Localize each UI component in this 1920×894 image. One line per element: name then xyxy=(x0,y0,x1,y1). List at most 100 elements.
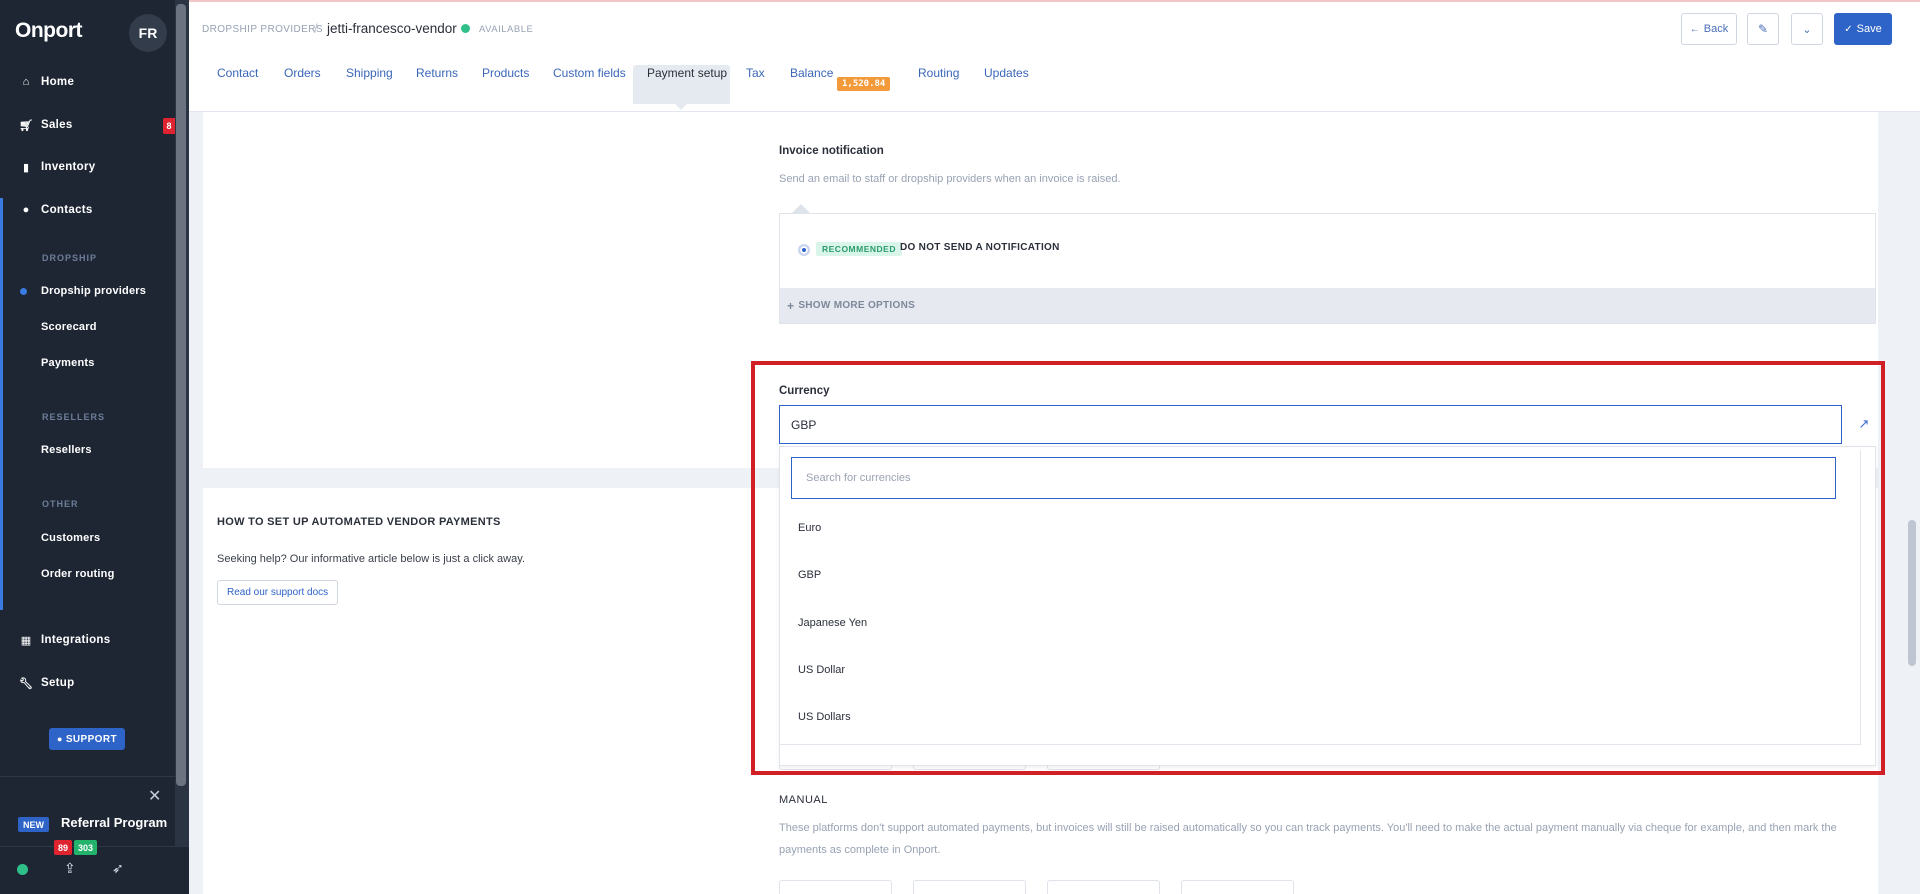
howto-text: Seeking help? Our informative article be… xyxy=(217,553,525,565)
sidebar-scrollbar[interactable] xyxy=(176,4,186,786)
wrench-icon: 🔧︎ xyxy=(19,677,33,690)
recommended-tag: RECOMMENDED xyxy=(816,242,902,256)
rocket-icon[interactable]: ➶ xyxy=(112,860,124,877)
notification-box-caret xyxy=(792,204,810,213)
sidebar-item-home[interactable]: ⌂ Home xyxy=(0,67,175,97)
show-more-options-label: SHOW MORE OPTIONS xyxy=(798,300,916,311)
section-other: OTHER xyxy=(42,499,79,509)
save-label: Save xyxy=(1856,23,1882,35)
sidebar-item-label: Home xyxy=(41,76,75,88)
invoice-notification-title: Invoice notification xyxy=(779,145,884,157)
breadcrumb-separator: / xyxy=(314,21,318,36)
section-dropship: DROPSHIP xyxy=(42,253,98,263)
sidebar-item-sales[interactable]: 🛒︎ Sales xyxy=(0,110,175,140)
dropdown-divider xyxy=(779,744,1861,745)
page-scrollbar[interactable] xyxy=(1908,520,1916,666)
check-icon: ✓ xyxy=(1844,23,1853,35)
sidebar-item-resellers[interactable]: Resellers xyxy=(41,444,92,456)
support-docs-button[interactable]: Read our support docs xyxy=(217,580,339,605)
platform-option[interactable] xyxy=(913,880,1026,894)
upload-icon[interactable]: ⇪ xyxy=(64,860,76,877)
manual-title: MANUAL xyxy=(779,794,828,806)
home-icon: ⌂ xyxy=(22,76,30,88)
tab-updates[interactable]: Updates xyxy=(984,66,1029,80)
currency-search-input[interactable] xyxy=(791,457,1836,499)
contacts-active-band xyxy=(0,198,3,610)
howto-title: HOW TO SET UP AUTOMATED VENDOR PAYMENTS xyxy=(217,516,501,528)
avatar[interactable]: FR xyxy=(129,14,167,52)
support-label: SUPPORT xyxy=(65,733,117,745)
close-icon[interactable]: ✕ xyxy=(148,786,161,806)
sidebar-item-contacts[interactable]: ● Contacts xyxy=(0,195,175,225)
wand-icon: ✎ xyxy=(1757,22,1769,36)
tab-contact[interactable]: Contact xyxy=(217,66,258,80)
invoice-notification-help: Send an email to staff or dropship provi… xyxy=(779,173,1121,185)
new-tag: NEW xyxy=(18,817,49,832)
show-more-options-button[interactable]: + SHOW MORE OPTIONS xyxy=(780,288,1875,323)
sidebar-item-order-routing[interactable]: Order routing xyxy=(41,568,115,580)
chevron-down-icon: ⌄ xyxy=(1802,23,1812,36)
support-button[interactable]: ● SUPPORT xyxy=(49,728,125,750)
user-icon: ● xyxy=(22,204,30,216)
tab-balance[interactable]: Balance xyxy=(790,66,833,80)
platform-option[interactable] xyxy=(1181,880,1294,894)
platform-option[interactable] xyxy=(779,880,892,894)
bookmark-icon: ▮ xyxy=(22,161,30,174)
sidebar-item-customers[interactable]: Customers xyxy=(41,532,100,544)
header-bar xyxy=(189,0,1920,112)
referral-label[interactable]: Referral Program xyxy=(61,815,167,830)
currency-label: Currency xyxy=(779,385,830,397)
cart-icon: 🛒︎ xyxy=(19,119,33,132)
currency-option-us-dollars[interactable]: US Dollars xyxy=(798,711,851,723)
back-button[interactable]: ← Back xyxy=(1681,13,1737,45)
sales-count-badge: 8 xyxy=(163,118,175,134)
currency-option-japanese-yen[interactable]: Japanese Yen xyxy=(798,617,867,629)
sidebar-item-dropship-providers[interactable]: Dropship providers xyxy=(41,285,146,297)
active-tab-caret xyxy=(675,104,687,110)
sidebar-item-integrations[interactable]: ▦ Integrations xyxy=(0,625,175,655)
arrow-left-icon: ← xyxy=(1689,23,1700,35)
error-count-badge: 89 xyxy=(54,840,73,855)
success-count-badge: 303 xyxy=(74,840,98,855)
tab-routing[interactable]: Routing xyxy=(918,66,959,80)
currency-option-gbp[interactable]: GBP xyxy=(798,569,821,581)
active-item-dot-icon xyxy=(20,288,27,295)
tab-custom-fields[interactable]: Custom fields xyxy=(553,66,626,80)
sidebar-item-label: Sales xyxy=(41,119,73,131)
plus-icon: + xyxy=(787,298,795,313)
currency-option-euro[interactable]: Euro xyxy=(798,522,821,534)
status-dot-icon xyxy=(461,24,470,33)
tab-returns[interactable]: Returns xyxy=(416,66,458,80)
sidebar-item-setup[interactable]: 🔧︎ Setup xyxy=(0,668,175,698)
sidebar-item-label: Setup xyxy=(41,677,75,689)
back-label: Back xyxy=(1703,23,1729,35)
tab-products[interactable]: Products xyxy=(482,66,529,80)
tab-payment-setup[interactable]: Payment setup xyxy=(647,66,727,80)
sidebar-item-payments[interactable]: Payments xyxy=(41,357,95,369)
manual-text: These platforms don't support automated … xyxy=(779,822,1837,856)
app-logo[interactable]: Onport xyxy=(15,19,82,43)
sidebar-item-inventory[interactable]: ▮ Inventory xyxy=(0,152,175,182)
tab-tax[interactable]: Tax xyxy=(746,66,765,80)
save-button[interactable]: ✓ Save xyxy=(1834,13,1892,45)
notification-option-label[interactable]: DO NOT SEND A NOTIFICATION xyxy=(900,242,1060,253)
sidebar-item-label: Contacts xyxy=(41,204,93,216)
sidebar-item-label: Integrations xyxy=(41,634,111,646)
breadcrumb-parent[interactable]: DROPSHIP PROVIDERS xyxy=(202,24,323,35)
vendor-name: jetti-francesco-vendor xyxy=(327,21,457,36)
grid-icon: ▦ xyxy=(20,634,32,647)
section-resellers: RESELLERS xyxy=(42,412,106,422)
more-dropdown-button[interactable]: ⌄ xyxy=(1791,13,1823,45)
balance-badge: 1,520.84 xyxy=(837,77,891,91)
sidebar-item-label: Inventory xyxy=(41,161,96,173)
notification-radio[interactable] xyxy=(798,244,810,256)
wand-button[interactable]: ✎ xyxy=(1747,13,1779,45)
platform-option[interactable] xyxy=(1047,880,1160,894)
external-link-icon[interactable]: ↗ xyxy=(1852,412,1876,436)
sidebar-item-scorecard[interactable]: Scorecard xyxy=(41,321,97,333)
dropdown-scroll-track xyxy=(1860,450,1861,744)
tab-orders[interactable]: Orders xyxy=(284,66,321,80)
currency-select[interactable]: GBP xyxy=(779,405,1842,444)
currency-option-us-dollar[interactable]: US Dollar xyxy=(798,664,845,676)
tab-shipping[interactable]: Shipping xyxy=(346,66,393,80)
